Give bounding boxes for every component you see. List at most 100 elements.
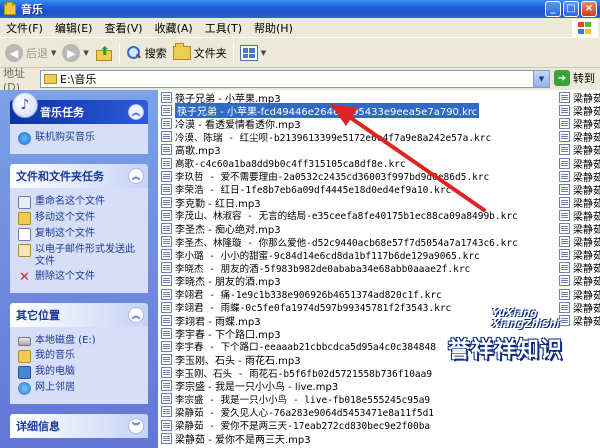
file-icon <box>161 367 172 379</box>
collapse-icon[interactable]: ︽ <box>128 168 144 184</box>
go-button[interactable]: ➔ 转到 <box>554 70 595 86</box>
file-tasks-header[interactable]: 文件和文件夹任务 ︽ <box>10 164 148 188</box>
file-row[interactable]: 梁静茹 <box>556 130 600 144</box>
menu-favorites[interactable]: 收藏(A) <box>149 20 199 36</box>
file-row[interactable]: 李宇春 - 下个路口.mp3 <box>158 327 281 341</box>
file-row[interactable]: 李翊君 - 痛-1e9c1b338e906926b4651374ad820c1f… <box>158 288 442 301</box>
delete-file-link[interactable]: ✕ 删除这个文件 <box>18 271 142 284</box>
network-places-link[interactable]: 网上邻居 <box>18 382 142 395</box>
file-row[interactable]: 梁静茹 <box>556 196 600 210</box>
file-icon <box>559 170 570 182</box>
file-icon <box>161 144 172 156</box>
music-note-icon: ♪ <box>12 92 38 118</box>
file-row[interactable]: 梁静茹 - 爱你不是两三天.mp3 <box>158 432 311 446</box>
file-name: 李小璐 - 小小的甜蜜-9c84d14e6cd8da1bf117b6de129a… <box>175 250 480 262</box>
maximize-button[interactable]: □ <box>563 1 579 17</box>
my-computer-link[interactable]: 我的电脑 <box>18 366 142 379</box>
minimize-button[interactable]: _ <box>545 1 561 17</box>
file-row[interactable]: 高歌-c4c60a1ba8dd9b0c4ff315105ca8df8e.krc <box>158 157 406 170</box>
file-row[interactable]: 李玖哲 - 爱不需要理由-2a0532c2435cd36003f997bd9d0… <box>158 170 489 183</box>
file-row[interactable]: 李小璐 - 小小的甜蜜-9c84d14e6cd8da1bf117b6de129a… <box>158 248 480 262</box>
file-row[interactable]: 梁静茹 <box>556 104 600 118</box>
other-places-header[interactable]: 其它位置 ︽ <box>10 303 148 327</box>
file-name: 李玖哲 - 爱不需要理由-2a0532c2435cd36003f997bd9d0… <box>175 172 490 184</box>
file-icon <box>161 380 172 392</box>
file-row[interactable]: 梁静茹 <box>556 170 600 184</box>
menu-edit[interactable]: 编辑(E) <box>49 20 99 36</box>
file-row[interactable]: 李玉刚、石头 - 雨花石.mp3 <box>158 353 301 367</box>
file-row[interactable]: 梁静茹 <box>556 143 600 157</box>
file-row[interactable]: 梁静茹 <box>556 117 600 131</box>
address-dropdown-icon[interactable]: ▼ <box>533 71 549 87</box>
buy-music-online-link[interactable]: 联机购买音乐 <box>18 132 142 145</box>
file-row[interactable]: 梁静茹 <box>556 91 600 105</box>
file-row[interactable]: 梁静茹 <box>556 183 600 197</box>
file-name: 李翊君 - 痛-1e9c1b338e906926b4651374ad820c1f… <box>175 290 442 301</box>
file-row[interactable]: 高歌.mp3 <box>158 143 221 157</box>
file-row[interactable]: 李茂山、林淑容 - 无言的结局-e35ceefa8fe40175b1ec88ca… <box>158 209 518 222</box>
file-icon <box>161 183 172 195</box>
task-pane: 音乐任务 ︽ ♪ 联机购买音乐 文件和文件夹任务 ︽ 重命名这个文件 移动这个文… <box>0 90 158 448</box>
file-row[interactable]: 冷漠、陈瑞 - 红尘呗-b2139613399e5172e6e4f7a9e8a2… <box>158 130 491 144</box>
file-row[interactable]: 梁静茹 - 爱你不是两三天-17eab272cd830bec9e2f00ba <box>158 419 430 432</box>
file-name: 李宗盛 - 我是一只小小鸟 - live-fb018e555245c95a9 <box>175 394 431 406</box>
file-row[interactable]: 冷漠 - 看透爱情看透你.mp3 <box>158 117 301 131</box>
menu-tools[interactable]: 工具(T) <box>199 20 248 36</box>
folders-label: 文件夹 <box>193 47 227 60</box>
local-disk-link[interactable]: 本地磁盘 (E:) <box>18 335 142 347</box>
file-row[interactable]: 梁静茹 <box>556 235 600 249</box>
file-icon <box>161 223 172 234</box>
task-label: 重命名这个文件 <box>35 196 105 207</box>
file-row[interactable]: 梁静茹 <box>556 248 600 262</box>
menu-view[interactable]: 查看(V) <box>98 20 148 36</box>
views-button[interactable]: ▼ <box>237 41 269 65</box>
email-file-link[interactable]: 以电子邮件形式发送此文件 <box>18 244 142 268</box>
menu-help[interactable]: 帮助(H) <box>248 20 299 36</box>
file-row[interactable]: 李克勤 - 红日.mp3 <box>158 196 261 210</box>
file-row[interactable]: 筷子兄弟 - 小苹果.mp3 <box>158 91 281 105</box>
file-row[interactable]: 李宗盛 - 我是一只小小鸟 - live-fb018e555245c95a9 <box>158 392 431 406</box>
envelope-icon <box>18 244 31 257</box>
file-row[interactable]: 梁静茹 <box>556 274 600 288</box>
my-music-link[interactable]: 我的音乐 <box>18 350 142 363</box>
file-row[interactable]: 李荣浩 - 红日-1fe8b7eb6a09df4445e18d0ed4ef9a1… <box>158 183 451 196</box>
file-row[interactable]: 梁静茹 <box>556 288 600 302</box>
forward-button[interactable]: ▶ ▼ <box>59 41 91 65</box>
file-row[interactable]: 梁静茹 <box>556 157 600 171</box>
file-row[interactable]: 李晓杰 - 朋友的酒-5f983b982de0ababa34e68abb0aaa… <box>158 261 470 275</box>
file-name: 高歌-c4c60a1ba8dd9b0c4ff315105ca8df8e.krc <box>175 159 406 170</box>
file-icon <box>161 249 172 261</box>
file-row[interactable]: 李宗盛 - 我是一只小小鸟 - live.mp3 <box>158 379 338 393</box>
title-bar[interactable]: 音乐 _ □ × <box>0 0 600 18</box>
file-icon <box>559 223 570 234</box>
search-button[interactable]: 搜索 <box>123 41 170 65</box>
menu-file[interactable]: 文件(F) <box>0 20 49 36</box>
rename-file-link[interactable]: 重命名这个文件 <box>18 196 142 209</box>
folders-button[interactable]: 文件夹 <box>170 41 230 65</box>
file-icon <box>161 275 172 287</box>
address-input[interactable]: E:\音乐 ▼ <box>40 70 550 88</box>
file-row[interactable]: 梁静茹 - 爱久见人心-76a283e9064d5453471e8a11f5d1 <box>158 405 434 419</box>
file-row[interactable]: 梁静茹 <box>556 209 600 223</box>
file-list[interactable]: 筷子兄弟 - 小苹果.mp3 筷子兄弟 - 小苹果-fcd49446e26461d… <box>158 90 600 448</box>
collapse-icon[interactable]: ︽ <box>128 307 144 323</box>
file-row[interactable]: 梁静茹 <box>556 261 600 275</box>
music-tasks-header[interactable]: 音乐任务 ︽ ♪ <box>10 92 148 124</box>
back-button[interactable]: ◀ 后退 ▼ <box>2 41 59 65</box>
move-file-link[interactable]: 移动这个文件 <box>18 212 142 225</box>
file-row[interactable]: 李圣杰、林隆璇 - 你那么爱他-d52c9440acb68e57f7d5054a… <box>158 235 518 249</box>
file-icon <box>161 288 172 300</box>
close-button[interactable]: × <box>581 1 597 17</box>
file-row[interactable]: 李翊君 - 雨蝶.mp3 <box>158 314 261 328</box>
expand-icon[interactable]: ︾ <box>128 418 144 434</box>
collapse-icon[interactable]: ︽ <box>128 104 144 120</box>
file-row[interactable]: 李晓杰 - 朋友的酒.mp3 <box>158 274 281 288</box>
copy-file-link[interactable]: 复制这个文件 <box>18 228 142 241</box>
file-icon <box>161 118 172 130</box>
file-row[interactable]: 李圣杰 - 痴心绝对.mp3 <box>158 222 281 236</box>
file-row[interactable]: 梁静茹 <box>556 222 600 236</box>
file-row[interactable]: 筷子兄弟 - 小苹果-fcd49446e26461d95433e9eea5e7a… <box>158 103 480 119</box>
forward-arrow-icon: ▶ <box>62 44 81 62</box>
up-button[interactable]: ⬆ <box>92 41 116 65</box>
details-header[interactable]: 详细信息 ︾ <box>10 414 148 438</box>
